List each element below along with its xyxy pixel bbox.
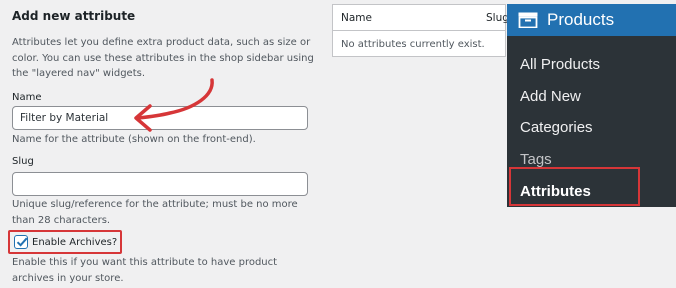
form-heading: Add new attribute — [12, 9, 136, 23]
menu-header-products[interactable]: Products — [507, 4, 676, 36]
pointer-arrow-icon — [134, 78, 214, 132]
slug-label: Slug — [12, 156, 34, 167]
slug-input[interactable] — [12, 172, 308, 196]
slug-hint: Unique slug/reference for the attribute;… — [12, 199, 298, 226]
table-empty-message: No attributes currently exist. — [341, 39, 485, 50]
menu-item-all-products[interactable]: All Products — [520, 56, 600, 73]
menu-item-add-new[interactable]: Add New — [520, 88, 581, 105]
archive-box-icon — [518, 12, 538, 28]
name-label: Name — [12, 92, 42, 103]
column-header-name[interactable]: Name — [341, 12, 372, 24]
add-attribute-form: Add new attribute Attributes let you def… — [0, 0, 330, 288]
enable-archives-checkbox[interactable] — [14, 235, 28, 249]
table-header: Name Slug — [333, 5, 509, 31]
checkmark-icon — [16, 237, 28, 247]
enable-archives-highlight: Enable Archives? — [8, 230, 122, 254]
menu-item-tags[interactable]: Tags — [520, 151, 552, 168]
menu-header-label: Products — [547, 10, 615, 29]
column-header-slug[interactable]: Slug — [486, 12, 509, 24]
menu-item-categories[interactable]: Categories — [520, 119, 593, 136]
enable-archives-label: Enable Archives? — [32, 237, 118, 248]
attributes-table: Name Slug No attributes currently exist. — [332, 4, 509, 57]
attributes-highlight — [509, 167, 640, 206]
archives-hint: Enable this if you want this attribute t… — [12, 257, 278, 284]
form-description: Attributes let you define extra product … — [12, 37, 314, 79]
